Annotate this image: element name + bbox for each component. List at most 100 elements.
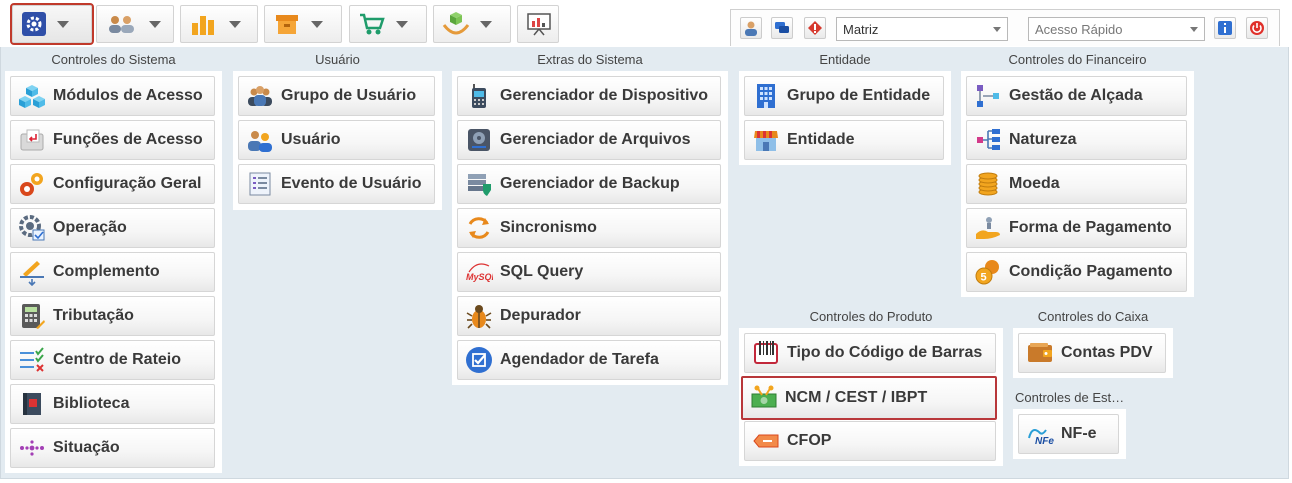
menu-item-usuario[interactable]: Usuário xyxy=(238,120,435,160)
menu-item-condicao-pagamento[interactable]: 5 Condição Pagamento xyxy=(966,252,1187,292)
dots-icon xyxy=(17,433,47,463)
svg-text:NFe: NFe xyxy=(1035,436,1054,447)
presentation-menu-button[interactable] xyxy=(517,5,559,43)
power-icon xyxy=(1249,20,1265,36)
menu-item-gestao-de-alcada[interactable]: Gestão de Alçada xyxy=(966,76,1187,116)
reports-menu-button[interactable] xyxy=(180,5,258,43)
system-menu-button[interactable] xyxy=(10,3,94,45)
barcode-icon xyxy=(751,338,781,368)
backup-shield-icon xyxy=(464,169,494,199)
menu-item-label: Grupo de Entidade xyxy=(787,87,931,104)
logout-button[interactable] xyxy=(1246,17,1268,39)
gear-check-icon xyxy=(17,213,47,243)
menu-item-tributacao[interactable]: Tributação xyxy=(10,296,215,336)
menu-item-tipo-do-codigo-de-barras[interactable]: Tipo do Código de Barras xyxy=(744,333,996,373)
menu-item-natureza[interactable]: Natureza xyxy=(966,120,1187,160)
menu-item-label: Funções de Acesso xyxy=(53,131,203,148)
building-icon xyxy=(751,81,781,111)
menu-item-label: Tipo do Código de Barras xyxy=(787,344,983,361)
logistics-menu-button[interactable] xyxy=(433,5,511,43)
menu-item-depurador[interactable]: Depurador xyxy=(457,296,721,336)
menu-item-label: Forma de Pagamento xyxy=(1009,219,1172,236)
group-title-financeiro: Controles do Financeiro xyxy=(1008,52,1147,67)
menu-item-situacao[interactable]: Situação xyxy=(10,428,215,468)
menu-item-nf-e[interactable]: NFe NF-e xyxy=(1018,414,1119,454)
menu-item-complemento[interactable]: Complemento xyxy=(10,252,215,292)
group-title-caixa: Controles do Caixa xyxy=(1037,309,1149,324)
flow-icon xyxy=(973,81,1003,111)
menu-item-centro-de-rateio[interactable]: Centro de Rateio xyxy=(10,340,215,380)
menu-item-contas-pdv[interactable]: Contas PDV xyxy=(1018,333,1166,373)
menu-item-label: Natureza xyxy=(1009,131,1077,148)
svg-text:MySQL: MySQL xyxy=(466,272,493,282)
store-icon xyxy=(751,125,781,155)
chevron-down-icon xyxy=(396,20,408,28)
info-button[interactable] xyxy=(1214,17,1236,39)
menu-item-gerenciador-de-arquivos[interactable]: Gerenciador de Arquivos xyxy=(457,120,721,160)
group-sistema: Módulos de Acesso Funções de Acesso Conf… xyxy=(5,71,222,473)
menu-item-gerenciador-de-dispositivo[interactable]: Gerenciador de Dispositivo xyxy=(457,76,721,116)
filial-select[interactable]: Matriz xyxy=(836,17,1008,41)
menu-item-sql-query[interactable]: MySQL SQL Query xyxy=(457,252,721,292)
group-title-produto: Controles do Produto xyxy=(809,309,933,324)
svg-text:5: 5 xyxy=(981,272,987,284)
menu-item-grupo-de-usuario[interactable]: Grupo de Usuário xyxy=(238,76,435,116)
menu-item-label: Contas PDV xyxy=(1061,344,1153,361)
menu-item-label: Módulos de Acesso xyxy=(53,87,203,104)
ticket-icon xyxy=(751,426,781,456)
quick-toolbox: Matriz Acesso Rápido xyxy=(730,9,1280,46)
users-icon xyxy=(245,125,275,155)
chevron-down-icon xyxy=(57,20,69,28)
menu-item-label: Sincronismo xyxy=(500,219,597,236)
library-book-icon xyxy=(17,389,47,419)
group-caixa: Contas PDV xyxy=(1013,328,1173,378)
menu-item-sincronismo[interactable]: Sincronismo xyxy=(457,208,721,248)
alert-button[interactable] xyxy=(804,17,826,39)
menu-item-moeda[interactable]: Moeda xyxy=(966,164,1187,204)
menu-item-funcoes-de-acesso[interactable]: Funções de Acesso xyxy=(10,120,215,160)
payment-hand-icon xyxy=(973,213,1003,243)
info-icon xyxy=(1217,20,1233,36)
pencil-arrow-icon xyxy=(17,257,47,287)
event-list-icon xyxy=(245,169,275,199)
filial-select-value: Matriz xyxy=(843,21,879,37)
menu-item-operacao[interactable]: Operação xyxy=(10,208,215,248)
hard-drive-icon xyxy=(464,125,494,155)
menu-item-configuracao-geral[interactable]: Configuração Geral xyxy=(10,164,215,204)
group-title-entidade: Entidade xyxy=(819,52,871,67)
wallet-icon xyxy=(1025,338,1055,368)
group-extras: Gerenciador de Dispositivo Gerenciador d… xyxy=(452,71,728,385)
chat-button[interactable] xyxy=(771,17,793,39)
menu-item-agendador-de-tarefa[interactable]: Agendador de Tarefa xyxy=(457,340,721,380)
menu-item-grupo-de-entidade[interactable]: Grupo de Entidade xyxy=(744,76,944,116)
menu-item-gerenciador-de-backup[interactable]: Gerenciador de Backup xyxy=(457,164,721,204)
group-title-extras: Extras do Sistema xyxy=(537,52,643,67)
cart-icon xyxy=(358,11,386,37)
menu-item-label: Situação xyxy=(53,439,120,456)
menu-item-forma-de-pagamento[interactable]: Forma de Pagamento xyxy=(966,208,1187,248)
user-profile-button[interactable] xyxy=(740,17,762,39)
menu-item-ncm-cest-ibpt[interactable]: NCM / CEST / IBPT xyxy=(741,376,997,420)
menu-item-label: Gerenciador de Dispositivo xyxy=(500,87,709,104)
enter-key-icon xyxy=(17,125,47,155)
users-menu-button[interactable] xyxy=(96,5,174,43)
group-produto: Tipo do Código de Barras NCM / CEST / IB… xyxy=(739,328,1003,466)
menu-item-label: Grupo de Usuário xyxy=(281,87,417,104)
users-icon xyxy=(105,12,139,36)
group-title-estoque: Controles de Est… xyxy=(1015,390,1125,405)
chat-icon xyxy=(774,20,790,36)
menu-item-entidade[interactable]: Entidade xyxy=(744,120,944,160)
menu-item-cfop[interactable]: CFOP xyxy=(744,421,996,461)
menu-item-biblioteca[interactable]: Biblioteca xyxy=(10,384,215,424)
cubes-icon xyxy=(17,81,47,111)
nfe-logo-icon: NFe xyxy=(1025,419,1055,449)
user-group-icon xyxy=(245,81,275,111)
inventory-menu-button[interactable] xyxy=(264,5,342,43)
sales-menu-button[interactable] xyxy=(349,5,427,43)
quick-access-select[interactable]: Acesso Rápido xyxy=(1028,17,1205,41)
menu-item-evento-de-usuario[interactable]: Evento de Usuário xyxy=(238,164,435,204)
menu-item-modulos-de-acesso[interactable]: Módulos de Acesso xyxy=(10,76,215,116)
hand-box-icon xyxy=(442,11,470,37)
chevron-down-icon xyxy=(993,27,1001,32)
coins-icon xyxy=(973,169,1003,199)
